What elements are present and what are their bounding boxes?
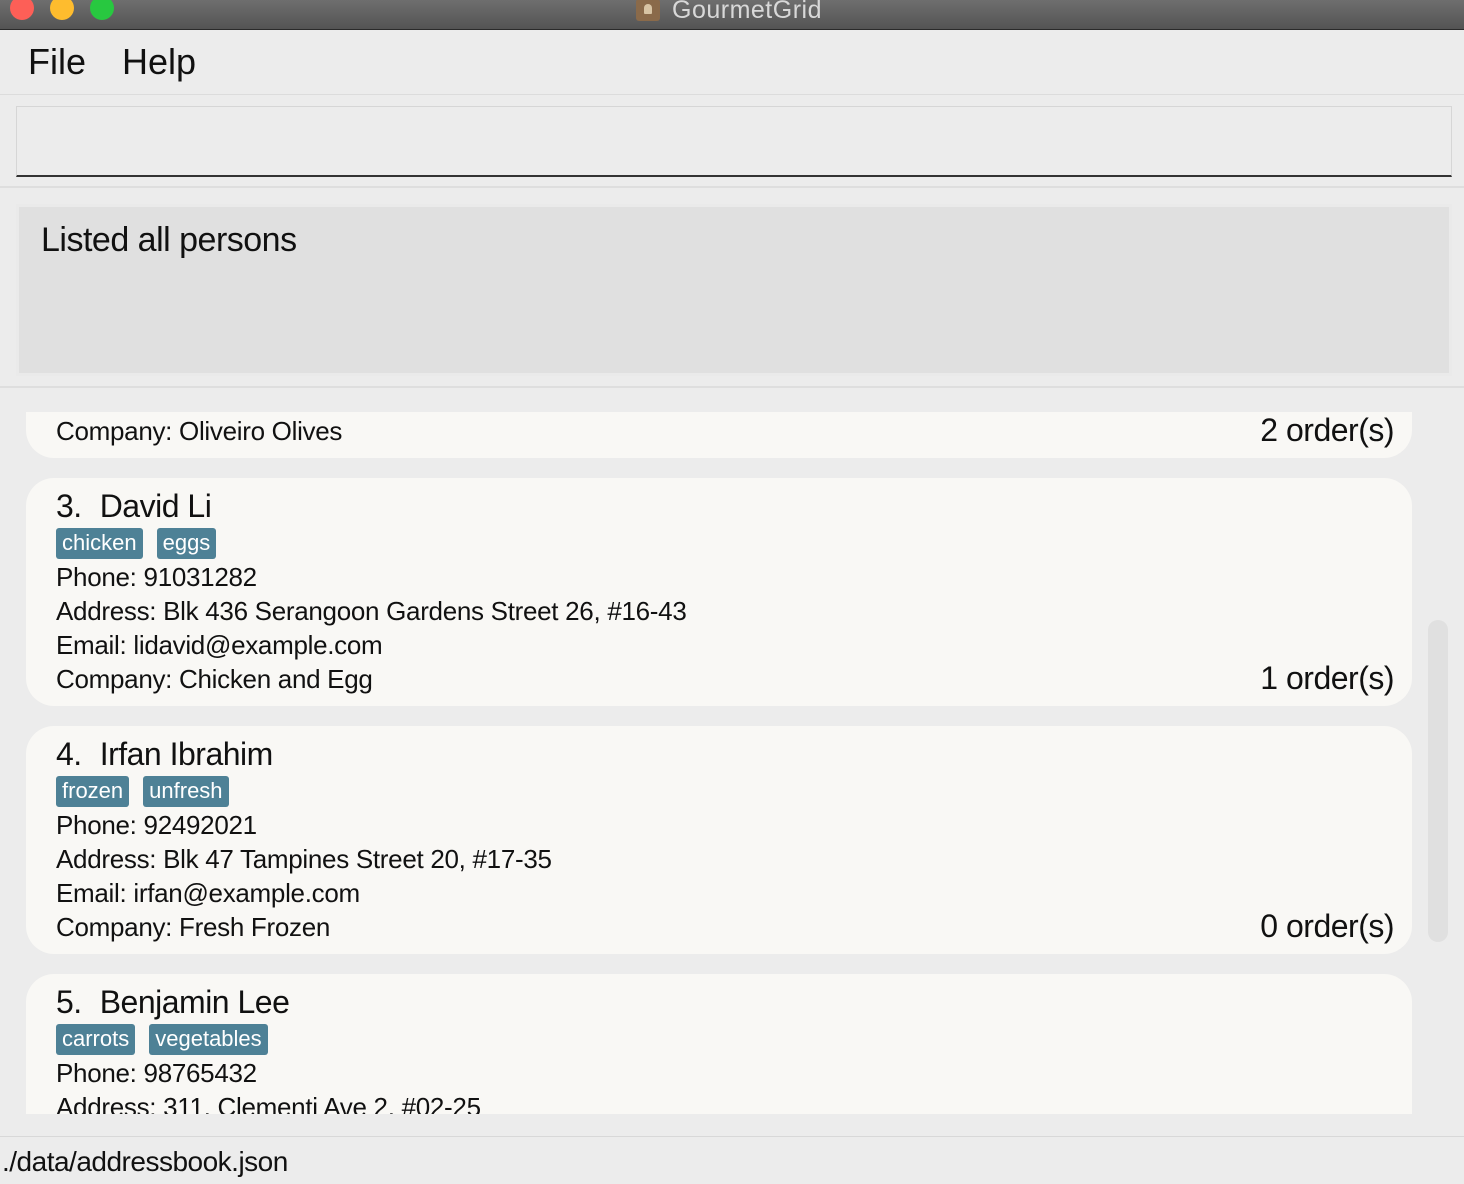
person-address: Address: Blk 436 Serangoon Gardens Stree… [56, 596, 687, 626]
person-card[interactable]: 4. Irfan Ibrahim frozen unfresh Phone: 92… [26, 726, 1412, 954]
person-name: Irfan Ibrahim [99, 736, 274, 772]
person-company: Company: Chicken and Egg [56, 664, 373, 694]
person-list-pane: Company: Oliveiro Olives 2 order(s) 3. Da… [0, 390, 1464, 1136]
app-icon [636, 0, 660, 21]
command-input[interactable] [16, 106, 1452, 177]
result-display: Listed all persons [16, 204, 1452, 376]
menu-file[interactable]: File [28, 41, 86, 83]
person-name: Benjamin Lee [99, 984, 290, 1020]
person-card[interactable]: 3. David Li chicken eggs Phone: 91031282 … [26, 478, 1412, 706]
person-company: Company: Fresh Frozen [56, 912, 331, 942]
status-bar: ./data/addressbook.json [0, 1136, 1464, 1184]
person-index: 4. [56, 736, 82, 772]
person-address: Address: Blk 47 Tampines Street 20, #17-… [56, 844, 552, 874]
person-card[interactable]: Company: Oliveiro Olives 2 order(s) [26, 412, 1412, 458]
person-tags: chicken eggs [56, 528, 217, 559]
person-phone: Phone: 91031282 [56, 562, 257, 592]
tag: unfresh [143, 776, 229, 807]
command-pane [0, 96, 1464, 188]
person-name-row: 4. Irfan Ibrahim [56, 736, 273, 773]
person-name: David Li [99, 488, 212, 524]
person-email: Email: irfan@example.com [56, 878, 360, 908]
result-message: Listed all persons [41, 221, 297, 259]
tag: frozen [56, 776, 130, 807]
person-tags: carrots vegetables [56, 1024, 268, 1055]
tag: vegetables [149, 1024, 268, 1055]
person-company: Company: Oliveiro Olives [56, 416, 343, 446]
window-title-group: GourmetGrid [636, 0, 822, 24]
person-name-row: 3. David Li [56, 488, 212, 525]
minimize-window-button[interactable] [50, 0, 74, 20]
tag: eggs [156, 528, 217, 559]
close-window-button[interactable] [10, 0, 34, 20]
window-titlebar: GourmetGrid [0, 0, 1464, 30]
person-address: Address: 311, Clementi Ave 2, #02-25 [56, 1092, 481, 1114]
person-tags: frozen unfresh [56, 776, 229, 807]
person-phone: Phone: 98765432 [56, 1058, 257, 1088]
menu-bar: File Help [0, 31, 1464, 95]
person-orders: 1 order(s) [1260, 660, 1394, 696]
maximize-window-button[interactable] [90, 0, 114, 20]
menu-help[interactable]: Help [122, 41, 196, 83]
tag: chicken [56, 528, 143, 559]
person-name-row: 5. Benjamin Lee [56, 984, 290, 1021]
result-pane: Listed all persons [0, 190, 1464, 388]
person-card[interactable]: 5. Benjamin Lee carrots vegetables Phone:… [26, 974, 1412, 1114]
person-index: 3. [56, 488, 82, 524]
person-orders: 0 order(s) [1260, 908, 1394, 944]
tag: carrots [56, 1024, 136, 1055]
person-phone: Phone: 92492021 [56, 810, 257, 840]
save-location: ./data/addressbook.json [2, 1146, 288, 1177]
person-list[interactable]: Company: Oliveiro Olives 2 order(s) 3. Da… [0, 412, 1464, 1114]
list-scrollbar[interactable] [1428, 620, 1448, 942]
person-orders: 2 order(s) [1260, 412, 1394, 448]
person-email: Email: lidavid@example.com [56, 630, 383, 660]
window-title: GourmetGrid [672, 0, 822, 24]
person-index: 5. [56, 984, 82, 1020]
